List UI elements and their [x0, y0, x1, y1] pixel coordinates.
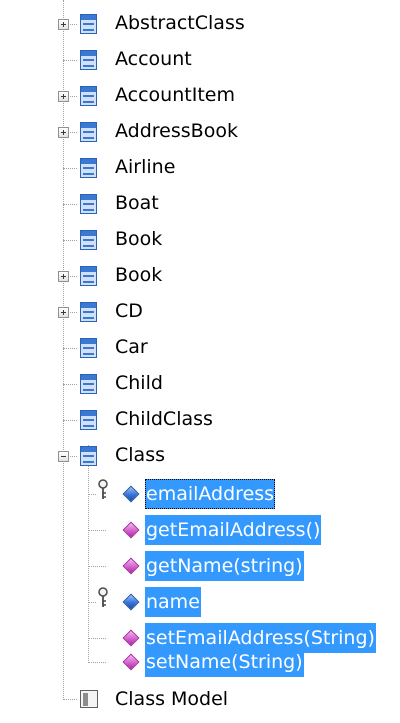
class-icon — [80, 302, 97, 322]
member-label[interactable]: getName(string) — [145, 551, 304, 581]
tree-item-label[interactable]: Airline — [115, 152, 175, 182]
expand-icon[interactable] — [58, 91, 69, 102]
tree-item[interactable]: AbstractClass — [0, 6, 400, 42]
tree-item-label[interactable]: Account — [115, 44, 192, 74]
class-icon — [80, 122, 97, 142]
tree-item-label[interactable]: AccountItem — [115, 80, 235, 110]
member-item[interactable]: setName(String) — [0, 644, 400, 680]
tree-item[interactable]: Book — [0, 222, 400, 258]
member-item[interactable]: name — [0, 584, 400, 620]
operation-icon — [122, 653, 140, 671]
tree-item[interactable]: Account — [0, 42, 400, 78]
tree-item[interactable]: Class — [0, 438, 400, 474]
class-icon — [80, 446, 97, 466]
tree-item-label[interactable]: AbstractClass — [115, 8, 245, 38]
operation-icon — [122, 557, 140, 575]
operation-icon — [122, 521, 140, 539]
member-label[interactable]: name — [145, 587, 201, 617]
class-icon — [80, 338, 97, 358]
expand-icon[interactable] — [58, 307, 69, 318]
tree-item-label[interactable]: Class Model — [115, 684, 228, 714]
tree-item[interactable]: Child — [0, 366, 400, 402]
tree-item-label[interactable]: Car — [115, 332, 148, 362]
tree-item[interactable]: CD — [0, 294, 400, 330]
key-icon — [98, 479, 108, 499]
expand-icon[interactable] — [58, 271, 69, 282]
tree-item[interactable]: AccountItem — [0, 78, 400, 114]
project-tree[interactable]: AbstractClass Account AccountItem Addres… — [0, 0, 400, 723]
class-icon — [80, 14, 97, 34]
tree-item[interactable]: Boat — [0, 186, 400, 222]
tree-item-label[interactable]: Class — [115, 440, 165, 470]
tree-item-label[interactable]: Child — [115, 368, 163, 398]
member-label[interactable]: emailAddress — [145, 479, 276, 509]
tree-item-label[interactable]: Book — [115, 260, 162, 290]
key-icon — [98, 587, 108, 607]
member-label[interactable]: setName(String) — [145, 647, 304, 677]
class-icon — [80, 410, 97, 430]
attribute-icon — [122, 485, 140, 503]
tree-item[interactable]: Car — [0, 330, 400, 366]
collapse-icon[interactable] — [58, 451, 69, 462]
tree-item[interactable]: Class Model — [0, 681, 400, 717]
class-icon — [80, 374, 97, 394]
attribute-icon — [122, 593, 140, 611]
tree-item[interactable]: AddressBook — [0, 114, 400, 150]
expand-icon[interactable] — [58, 127, 69, 138]
class-icon — [80, 266, 97, 286]
member-item[interactable]: getName(string) — [0, 548, 400, 584]
class-icon — [80, 86, 97, 106]
member-label[interactable]: getEmailAddress() — [145, 515, 322, 545]
member-item[interactable]: emailAddress — [0, 476, 400, 512]
member-item[interactable]: getEmailAddress() — [0, 512, 400, 548]
class-icon — [80, 230, 97, 250]
tree-item-label[interactable]: Book — [115, 224, 162, 254]
tree-item-label[interactable]: CD — [115, 296, 143, 326]
tree-item[interactable]: Airline — [0, 150, 400, 186]
tree-item[interactable]: ChildClass — [0, 402, 400, 438]
expand-icon[interactable] — [58, 19, 69, 30]
tree-item-label[interactable]: AddressBook — [115, 116, 238, 146]
model-icon — [80, 690, 98, 708]
class-icon — [80, 158, 97, 178]
tree-item[interactable]: Book — [0, 258, 400, 294]
class-icon — [80, 194, 97, 214]
tree-item-label[interactable]: Boat — [115, 188, 159, 218]
class-icon — [80, 50, 97, 70]
tree-item-label[interactable]: ChildClass — [115, 404, 213, 434]
